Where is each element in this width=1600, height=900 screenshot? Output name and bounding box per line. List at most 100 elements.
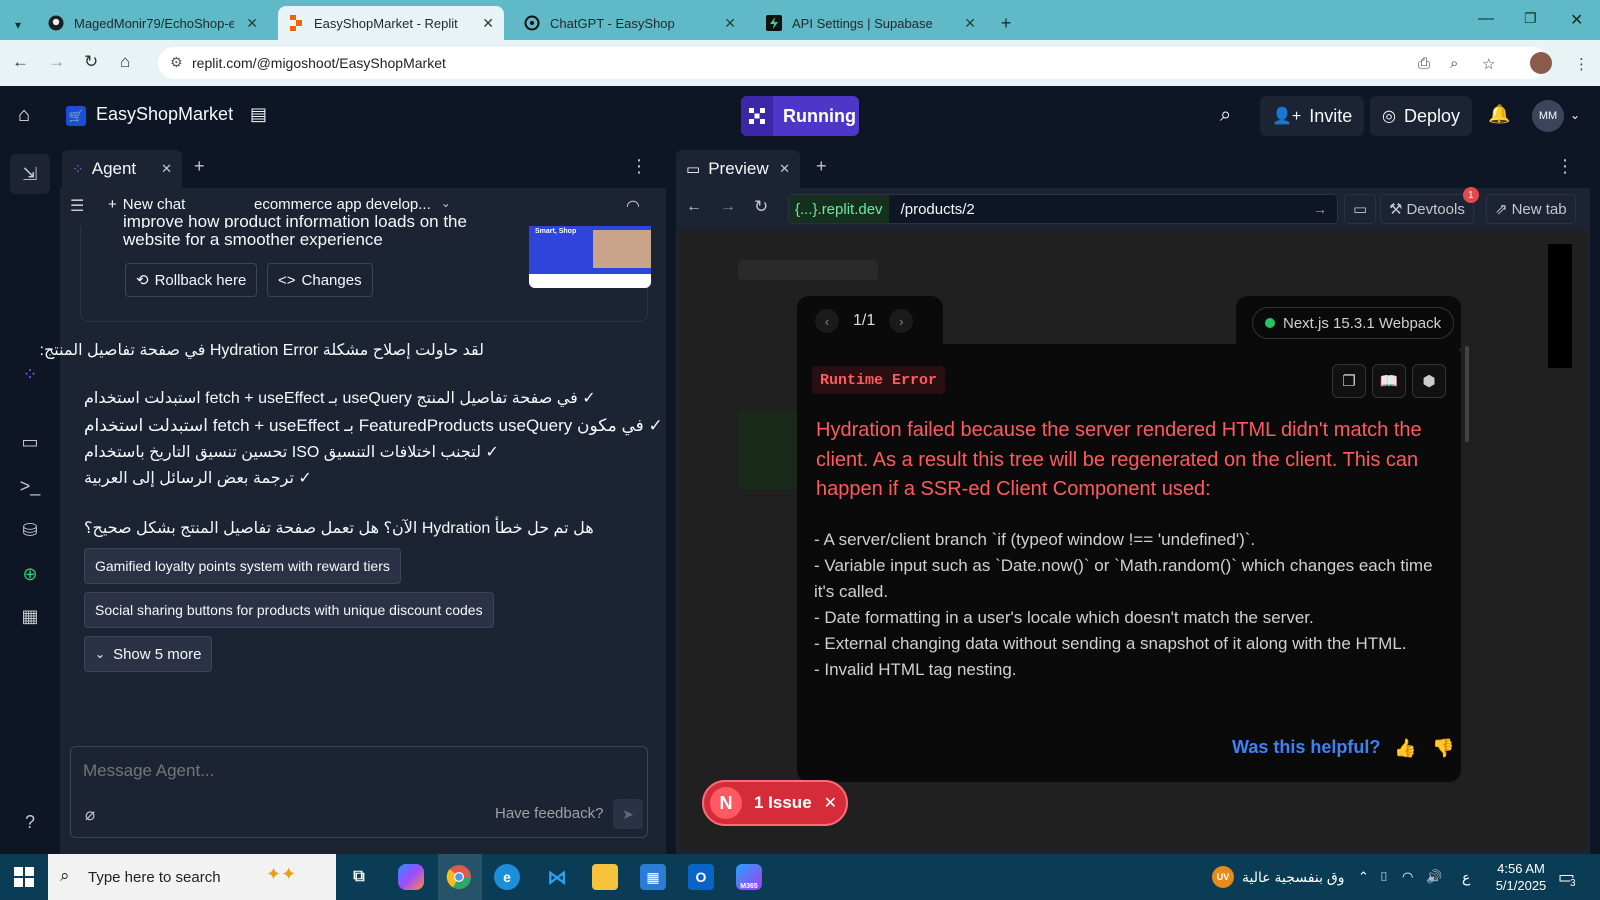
deploy-button[interactable]: ◎ Deploy — [1370, 96, 1472, 136]
invite-button[interactable]: 👤+ Invite — [1260, 96, 1365, 136]
project-files-icon[interactable]: ▤ — [250, 104, 267, 125]
back-arrow-icon[interactable]: ← — [12, 52, 29, 72]
minimize-icon[interactable]: — — [1478, 10, 1494, 28]
task-view-icon[interactable]: ⧉ — [346, 864, 372, 890]
forward-arrow-icon[interactable]: → — [48, 52, 65, 72]
chevron-right-icon[interactable]: › — [889, 309, 914, 333]
help-icon[interactable]: ? — [18, 810, 42, 834]
system-clock[interactable]: 4:56 AM 5/1/2025 — [1486, 854, 1556, 900]
tab-preview[interactable]: ▭ Preview ✕ — [676, 150, 800, 188]
thumbs-down-icon[interactable]: 👎 — [1432, 738, 1454, 759]
browser-menu-icon[interactable]: ⋮ — [1574, 55, 1589, 73]
feedback-link[interactable]: Have feedback? — [495, 805, 603, 822]
add-tab-plus-icon[interactable]: + — [194, 156, 205, 177]
shell-terminal-icon[interactable]: >_ — [18, 474, 42, 498]
site-settings-icon[interactable]: ⚙ — [170, 54, 183, 71]
message-input[interactable] — [83, 757, 623, 785]
chat-title-select[interactable]: ecommerce app develop... ⌄ — [254, 196, 451, 213]
devtools-button[interactable]: ⚒ Devtools 1 — [1380, 187, 1479, 224]
add-tab-plus-icon[interactable]: + — [816, 156, 827, 177]
copilot-icon[interactable] — [398, 864, 424, 890]
database-icon[interactable]: ⛁ — [18, 518, 42, 542]
send-icon[interactable]: ➤ — [613, 799, 643, 829]
zoom-icon[interactable]: ⌕ — [1450, 55, 1458, 72]
history-list-icon[interactable]: ☰ — [70, 196, 84, 216]
tab-agent[interactable]: ⁘ Agent ✕ — [62, 150, 182, 188]
changes-button[interactable]: <> Changes — [267, 263, 373, 297]
show-hidden-icons-chevron[interactable]: ⌃ — [1358, 854, 1369, 900]
docs-book-icon[interactable]: 📖 — [1372, 364, 1406, 398]
new-chat-button[interactable]: + New chat — [108, 196, 185, 213]
close-icon[interactable]: ✕ — [724, 15, 736, 32]
maximize-icon[interactable]: ❐ — [1524, 10, 1537, 27]
issues-badge-button[interactable]: N 1 Issue ✕ — [702, 780, 848, 826]
url-omnibox[interactable]: ⚙ replit.com/@migoshoot/EasyShopMarket — [158, 47, 1548, 79]
vscode-icon[interactable]: ⋈ — [544, 864, 570, 890]
go-arrow-icon[interactable]: → — [1313, 201, 1327, 217]
file-tree-icon[interactable]: ⇲ — [10, 154, 50, 194]
search-icon[interactable]: ⌕ — [1220, 104, 1231, 127]
nextjs-version-badge[interactable]: Next.js 15.3.1 Webpack — [1252, 307, 1455, 339]
close-icon[interactable]: ✕ — [246, 15, 258, 32]
browser-tab-chatgpt[interactable]: ChatGPT - EasyShop ✕ — [514, 6, 746, 40]
file-explorer-icon[interactable] — [592, 864, 618, 890]
more-options-icon[interactable]: ⋮ — [630, 156, 648, 177]
tab-search-chevron-icon[interactable]: ▾ — [6, 8, 30, 42]
forward-arrow-icon[interactable]: → — [720, 198, 736, 216]
thumbs-up-icon[interactable]: 👍 — [1394, 738, 1416, 759]
suggestion-chip[interactable]: Gamified loyalty points system with rewa… — [84, 548, 401, 584]
volume-icon[interactable]: 🔊 — [1426, 854, 1442, 900]
input-language[interactable]: ع — [1462, 854, 1470, 900]
attach-paperclip-icon[interactable]: ⌀ — [85, 805, 95, 825]
user-avatar[interactable]: MM — [1532, 100, 1564, 132]
nodejs-hex-icon[interactable]: ⬢ — [1412, 364, 1446, 398]
rollback-button[interactable]: ⟲ Rollback here — [125, 263, 258, 297]
install-app-icon[interactable]: ⎙ — [1418, 55, 1430, 72]
browser-tab-replit[interactable]: EasyShopMarket - Replit ✕ — [278, 6, 504, 40]
agent-icon[interactable]: ⁘ — [18, 362, 42, 386]
device-toggle-icon[interactable]: ▭ — [1344, 194, 1377, 224]
windows-start-icon[interactable] — [14, 867, 34, 887]
new-tab-plus-icon[interactable]: + — [994, 6, 1018, 40]
edge-icon[interactable]: e — [494, 864, 520, 890]
panel-divider[interactable] — [666, 146, 676, 854]
outlook-icon[interactable]: O — [688, 864, 714, 890]
chevron-left-icon[interactable]: ‹ — [815, 309, 839, 333]
home-icon[interactable]: ⌂ — [120, 52, 130, 72]
preview-url-bar[interactable]: {...}.replit.dev /products/2 → — [788, 194, 1338, 224]
overlay-scrollbar[interactable] — [1465, 346, 1469, 442]
back-arrow-icon[interactable]: ← — [686, 198, 702, 216]
ms-store-icon[interactable]: ▦ — [640, 864, 666, 890]
notification-center-icon[interactable]: ▭ 3 — [1558, 854, 1576, 900]
copy-icon[interactable]: ❐ — [1332, 364, 1366, 398]
notifications-bell-icon[interactable]: 🔔 — [1488, 104, 1510, 125]
browser-tab-github[interactable]: MagedMonir79/EchoShop-eg: E ✕ — [38, 6, 268, 40]
window-close-icon[interactable]: ✕ — [1570, 10, 1583, 30]
close-icon[interactable]: ✕ — [482, 15, 494, 32]
browser-tab-supabase[interactable]: API Settings | Supabase ✕ — [756, 6, 986, 40]
suggestion-chip[interactable]: Social sharing buttons for products with… — [84, 592, 494, 628]
home-icon[interactable]: ⌂ — [18, 104, 30, 127]
m365-icon[interactable]: M365 — [736, 864, 762, 890]
speed-gauge-icon[interactable]: ◠ — [626, 196, 640, 216]
run-status-button[interactable]: Running — [741, 96, 859, 136]
preview-thumbnail[interactable]: Smart, Shop — [529, 226, 651, 288]
chevron-down-icon[interactable]: ⌄ — [1570, 108, 1580, 122]
new-tab-button[interactable]: ⇗ New tab — [1486, 194, 1576, 224]
show-more-button[interactable]: ⌄ Show 5 more — [84, 636, 213, 672]
bookmark-star-icon[interactable]: ☆ — [1482, 55, 1495, 73]
deployments-icon[interactable]: ⊕ — [18, 562, 42, 586]
tray-device-icon[interactable]: ⌷ — [1380, 854, 1388, 900]
close-icon[interactable]: ✕ — [824, 793, 837, 813]
reload-icon[interactable]: ↻ — [84, 52, 98, 72]
more-options-icon[interactable]: ⋮ — [1556, 156, 1574, 177]
profile-avatar[interactable] — [1530, 52, 1552, 74]
all-tools-grid-icon[interactable]: ▦ — [18, 604, 42, 628]
project-name[interactable]: EasyShopMarket — [96, 104, 233, 125]
weather-widget[interactable]: UV وق بنفسجية عالية — [1212, 854, 1344, 900]
close-icon[interactable]: ✕ — [964, 15, 976, 32]
close-icon[interactable]: ✕ — [779, 161, 790, 177]
wifi-icon[interactable]: ◠ — [1402, 854, 1413, 900]
preview-monitor-icon[interactable]: ▭ — [18, 430, 42, 454]
close-icon[interactable]: ✕ — [161, 161, 172, 177]
